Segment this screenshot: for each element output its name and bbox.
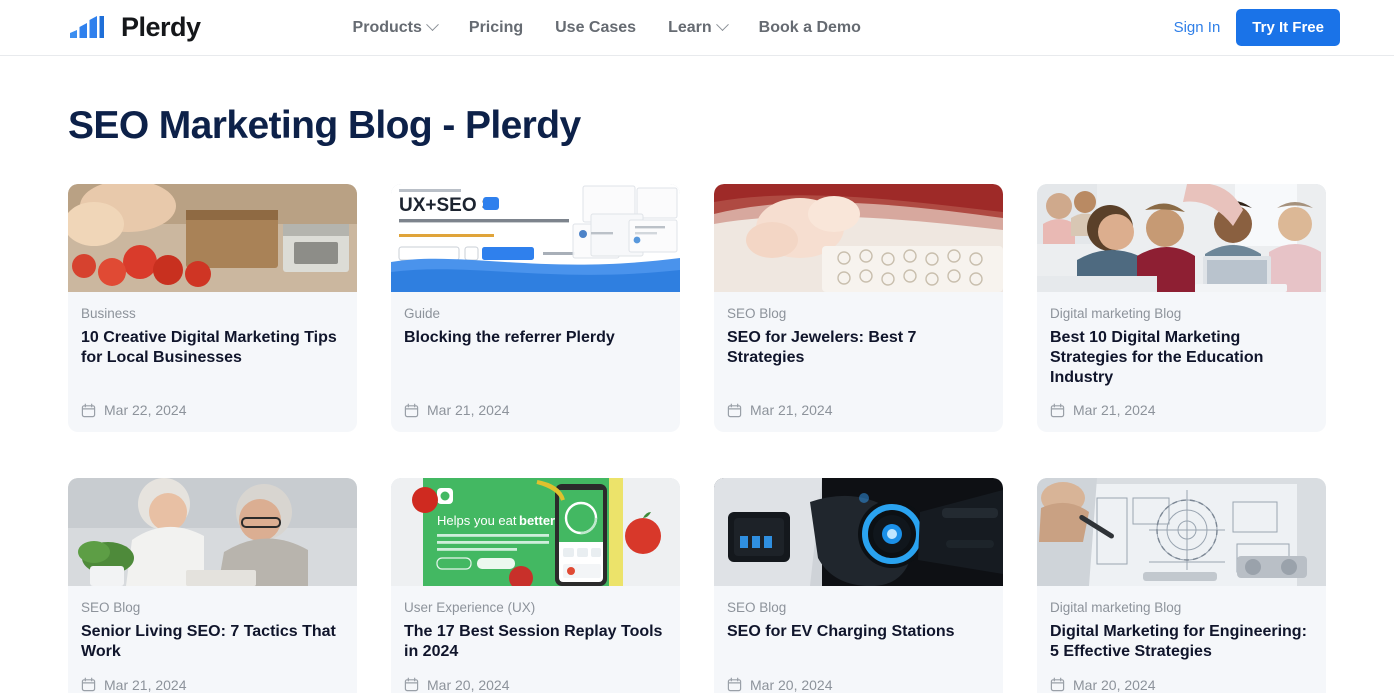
page-title: SEO Marketing Blog - Plerdy bbox=[68, 104, 581, 147]
blog-card[interactable]: Helps you eat better. User Experience (U… bbox=[391, 478, 680, 693]
card-category: SEO Blog bbox=[727, 306, 787, 321]
card-title[interactable]: SEO for EV Charging Stations bbox=[727, 622, 990, 642]
svg-text:better.: better. bbox=[519, 513, 558, 528]
card-body: Digital marketing Blog Best 10 Digital M… bbox=[1037, 292, 1326, 388]
card-date: Mar 21, 2024 bbox=[104, 676, 187, 693]
main-nav: Products Pricing Use Cases Learn Book a … bbox=[352, 18, 861, 37]
chevron-down-icon bbox=[426, 18, 439, 32]
blog-card[interactable]: Business 10 Creative Digital Marketing T… bbox=[68, 184, 357, 433]
market-stall-vegetables-photo bbox=[68, 184, 357, 292]
card-footer: Mar 20, 2024 bbox=[391, 677, 680, 693]
blog-card[interactable]: SEO Blog SEO for EV Charging Stations Ma… bbox=[714, 478, 1003, 693]
card-date: Mar 20, 2024 bbox=[1073, 676, 1156, 693]
blog-card[interactable]: SEO Blog SEO for Jewelers: Best 7 Strate… bbox=[714, 184, 1003, 433]
calendar-icon bbox=[404, 403, 419, 418]
nav-label: Pricing bbox=[468, 18, 524, 36]
nav-label: Use Cases bbox=[555, 18, 637, 36]
card-footer: Mar 21, 2024 bbox=[714, 402, 1003, 432]
students-classroom-laptop-photo bbox=[1037, 184, 1326, 292]
blog-card[interactable]: SEO Blog Senior Living SEO: 7 Tactics Th… bbox=[68, 478, 357, 693]
header-actions: Sign In Try It Free bbox=[1174, 9, 1340, 46]
calendar-icon bbox=[81, 403, 96, 418]
card-footer: Mar 21, 2024 bbox=[1037, 402, 1326, 432]
blog-card[interactable]: Digital marketing Blog Digital Marketing… bbox=[1037, 478, 1326, 693]
card-body: SEO Blog SEO for EV Charging Stations bbox=[714, 586, 1003, 662]
card-footer: Mar 21, 2024 bbox=[68, 677, 357, 693]
card-body: User Experience (UX) The 17 Best Session… bbox=[391, 586, 680, 662]
card-body: Guide Blocking the referrer Plerdy bbox=[391, 292, 680, 388]
card-body: SEO Blog SEO for Jewelers: Best 7 Strate… bbox=[714, 292, 1003, 388]
nav-item-use-cases[interactable]: Use Cases bbox=[555, 19, 636, 37]
card-category: SEO Blog bbox=[727, 600, 787, 616]
calendar-icon bbox=[404, 677, 419, 692]
card-category: Digital marketing Blog bbox=[1050, 600, 1182, 616]
green-nutrition-app-screenshot: Helps you eat better. bbox=[391, 478, 680, 587]
card-title[interactable]: Senior Living SEO: 7 Tactics That Work bbox=[81, 622, 344, 663]
site-header: Plerdy Products Pricing Use Cases Learn … bbox=[0, 0, 1394, 56]
svg-text:UX+SEO =: UX+SEO = bbox=[399, 195, 493, 216]
card-category: Business bbox=[81, 306, 136, 321]
logo-text: Plerdy bbox=[121, 12, 201, 42]
card-title[interactable]: Digital Marketing for Engineering: 5 Eff… bbox=[1050, 622, 1313, 663]
blog-post-grid: Business 10 Creative Digital Marketing T… bbox=[68, 184, 1326, 693]
logo[interactable]: Plerdy bbox=[68, 14, 201, 41]
card-date: Mar 21, 2024 bbox=[750, 402, 833, 419]
nav-item-book-a-demo[interactable]: Book a Demo bbox=[759, 19, 861, 37]
calendar-icon bbox=[727, 403, 742, 418]
sign-in-link[interactable]: Sign In bbox=[1174, 19, 1221, 36]
jewelry-rings-tray-photo bbox=[714, 184, 1003, 292]
card-category: User Experience (UX) bbox=[404, 600, 536, 616]
card-footer: Mar 21, 2024 bbox=[391, 402, 680, 432]
nav-label: Learn bbox=[668, 18, 712, 36]
card-title[interactable]: Best 10 Digital Marketing Strategies for… bbox=[1050, 328, 1313, 389]
card-footer: Mar 20, 2024 bbox=[1037, 677, 1326, 693]
card-footer: Mar 20, 2024 bbox=[714, 677, 1003, 693]
card-category: Digital marketing Blog bbox=[1050, 306, 1182, 321]
card-body: Business 10 Creative Digital Marketing T… bbox=[68, 292, 357, 388]
nav-item-pricing[interactable]: Pricing bbox=[469, 19, 523, 37]
card-date: Mar 22, 2024 bbox=[104, 402, 187, 419]
calendar-icon bbox=[727, 677, 742, 692]
calendar-icon bbox=[1050, 677, 1065, 692]
try-it-free-button[interactable]: Try It Free bbox=[1236, 9, 1340, 46]
ev-charging-plug-photo bbox=[714, 478, 1003, 587]
card-date: Mar 20, 2024 bbox=[750, 676, 833, 693]
card-category: Guide bbox=[404, 306, 441, 321]
plerdy-landing-page-screenshot: UX+SEO = bbox=[391, 184, 680, 292]
card-title[interactable]: Blocking the referrer Plerdy bbox=[404, 328, 667, 348]
card-body: Digital marketing Blog Digital Marketing… bbox=[1037, 586, 1326, 662]
card-title[interactable]: The 17 Best Session Replay Tools in 2024 bbox=[404, 622, 667, 663]
card-body: SEO Blog Senior Living SEO: 7 Tactics Th… bbox=[68, 586, 357, 662]
nav-label: Book a Demo bbox=[758, 18, 861, 36]
svg-text:Helps you eat: Helps you eat bbox=[437, 513, 517, 528]
card-date: Mar 21, 2024 bbox=[427, 402, 510, 419]
blog-card[interactable]: Digital marketing Blog Best 10 Digital M… bbox=[1037, 184, 1326, 433]
card-footer: Mar 22, 2024 bbox=[68, 402, 357, 432]
calendar-icon bbox=[1050, 403, 1065, 418]
bar-chart-logo-icon bbox=[68, 15, 112, 41]
nav-item-learn[interactable]: Learn bbox=[668, 18, 729, 37]
engineering-blueprint-photo bbox=[1037, 478, 1326, 587]
card-title[interactable]: SEO for Jewelers: Best 7 Strategies bbox=[727, 328, 990, 369]
nav-item-products[interactable]: Products bbox=[352, 18, 439, 37]
senior-couple-tablet-photo bbox=[68, 478, 357, 587]
chevron-down-icon bbox=[715, 18, 729, 32]
card-date: Mar 20, 2024 bbox=[427, 676, 510, 693]
calendar-icon bbox=[81, 677, 96, 692]
blog-card[interactable]: UX+SEO = Guide Blocking the referrer Ple… bbox=[391, 184, 680, 433]
nav-label: Products bbox=[352, 18, 422, 36]
card-title[interactable]: 10 Creative Digital Marketing Tips for L… bbox=[81, 328, 344, 369]
card-category: SEO Blog bbox=[81, 600, 141, 616]
card-date: Mar 21, 2024 bbox=[1073, 402, 1156, 419]
